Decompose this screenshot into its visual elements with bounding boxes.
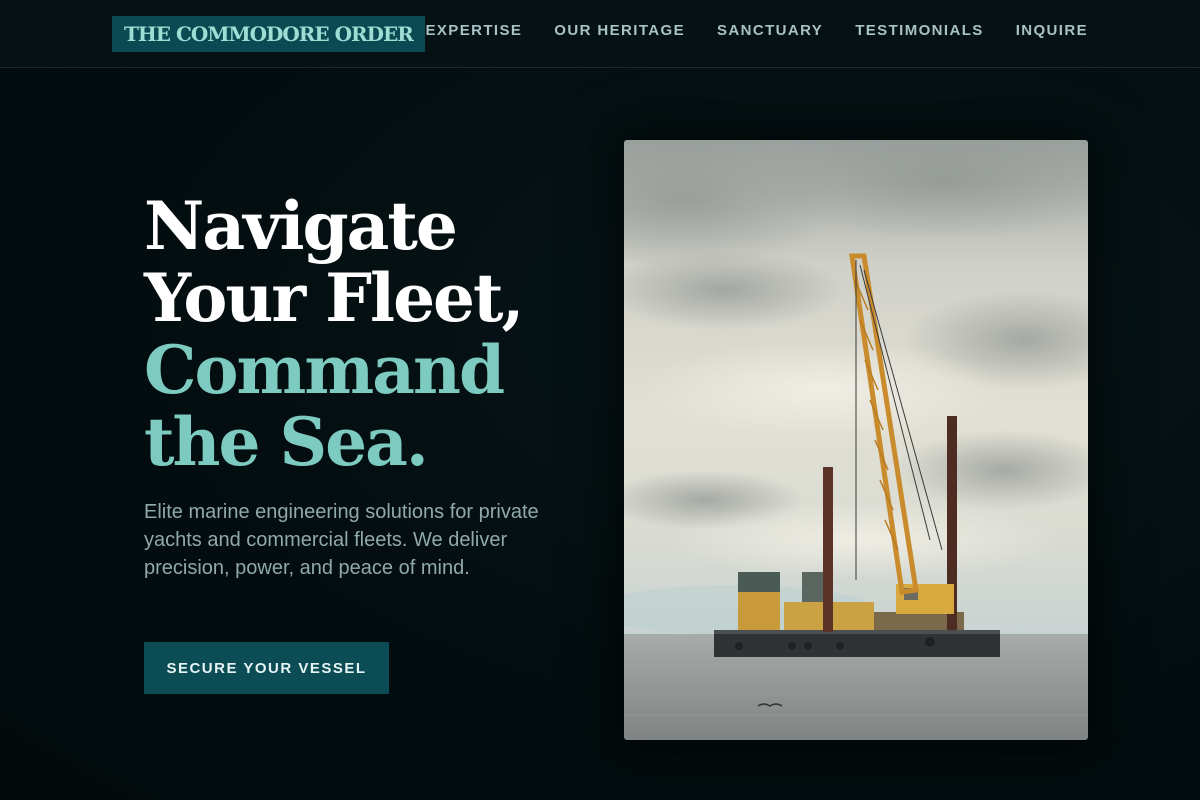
nav-link-expertise[interactable]: EXPERTISE <box>426 22 523 39</box>
hero-description: Elite marine engineering solutions for p… <box>144 501 539 579</box>
brand-logo[interactable]: THE COMMODORE ORDER <box>112 16 425 52</box>
hero-image <box>624 140 1088 740</box>
top-navigation-bar: THE COMMODORE ORDER EXPERTISE OUR HERITA… <box>0 0 1200 68</box>
nav-link-our-heritage[interactable]: OUR HERITAGE <box>554 22 685 39</box>
crane-barge-photo <box>624 140 1088 740</box>
hero-title-line-1: Navigate <box>144 187 458 265</box>
hero-title-line-3: Command <box>144 331 505 409</box>
nav-link-inquire[interactable]: INQUIRE <box>1016 22 1088 39</box>
hero-title-line-2: Your Fleet, <box>144 259 525 337</box>
hero-title-line-4: the Sea. <box>144 403 429 481</box>
nav-links: EXPERTISE OUR HERITAGE SANCTUARY TESTIMO… <box>426 22 1089 39</box>
nav-link-sanctuary[interactable]: SANCTUARY <box>717 22 823 39</box>
page: THE COMMODORE ORDER EXPERTISE OUR HERITA… <box>0 0 1200 800</box>
nav-link-testimonials[interactable]: TESTIMONIALS <box>855 22 983 39</box>
secure-your-vessel-button[interactable]: SECURE YOUR VESSEL <box>144 642 389 694</box>
hero-title: Navigate Your Fleet, Command the Sea. <box>144 190 564 478</box>
